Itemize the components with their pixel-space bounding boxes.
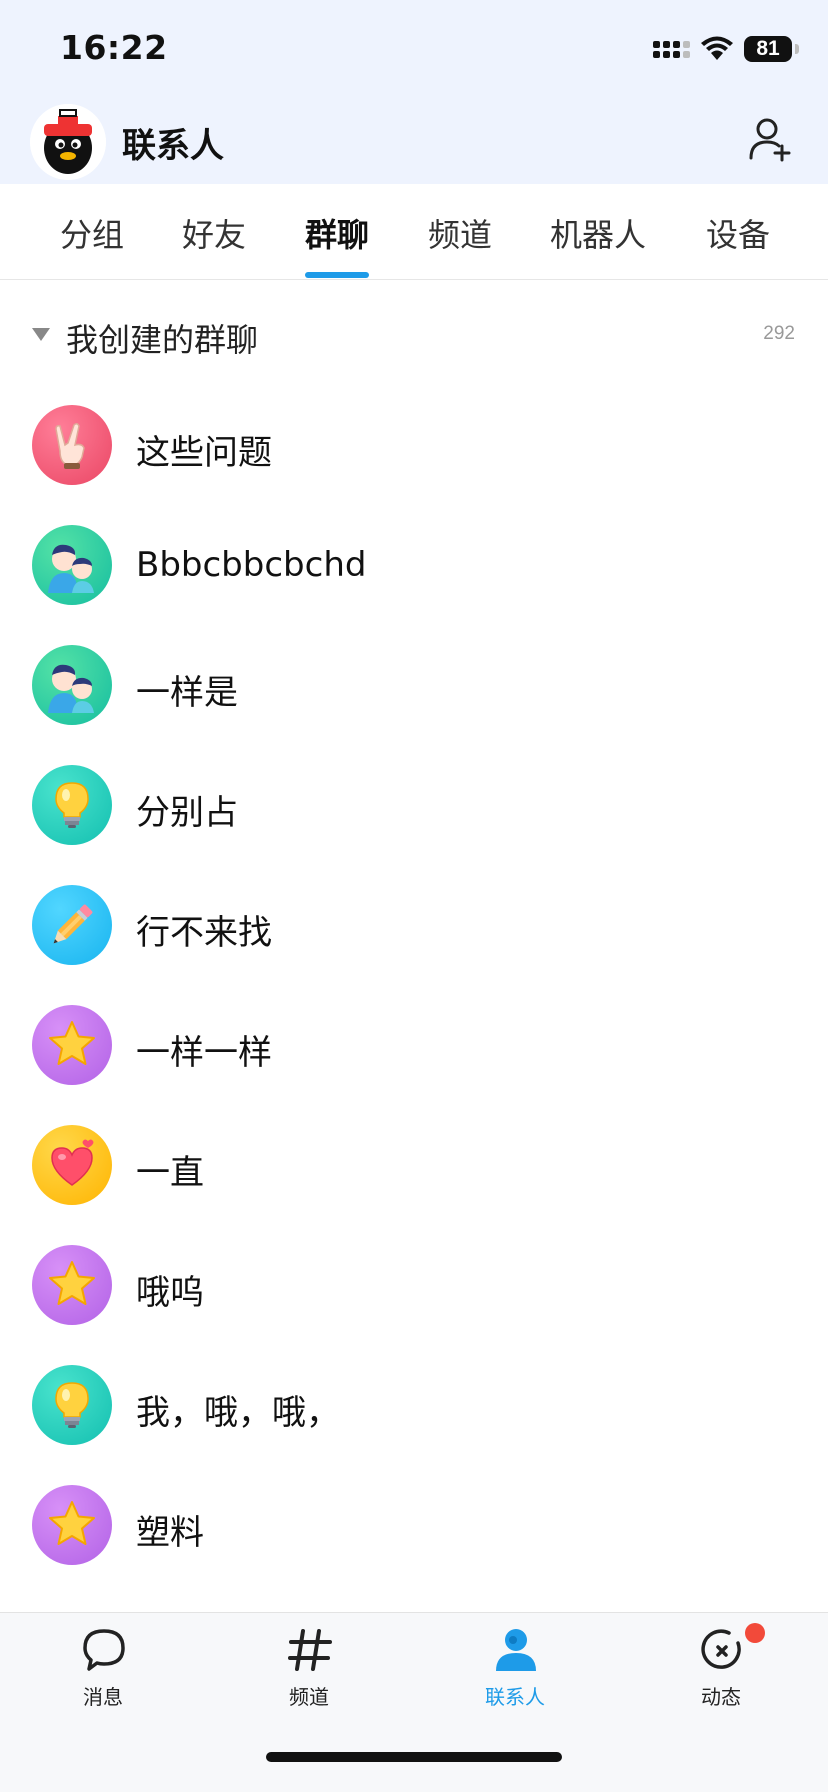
lightbulb-icon (55, 782, 89, 828)
chat-bubble-icon (83, 1629, 125, 1671)
tab-robots[interactable]: 机器人 (550, 210, 646, 256)
two-people-icon (48, 544, 94, 593)
tab-friends[interactable]: 好友 (182, 210, 246, 256)
nav-messages[interactable]: 消息 (43, 1627, 163, 1727)
heart-icon (51, 1139, 94, 1186)
penguin-avatar-icon (30, 104, 106, 180)
home-indicator[interactable] (266, 1752, 562, 1762)
group-avatar (32, 765, 112, 845)
notification-dot (745, 1623, 765, 1643)
group-name: 塑料 (136, 1513, 204, 1553)
rock-hand-icon (55, 422, 85, 469)
nav-label: 频道 (289, 1685, 329, 1709)
nav-label: 动态 (701, 1685, 741, 1709)
nav-label: 联系人 (485, 1685, 545, 1709)
section-count: 292 (763, 323, 795, 344)
nav-activity[interactable]: 动态 (661, 1623, 781, 1727)
group-name: 一直 (136, 1153, 204, 1193)
top-header: 16:22 81 联系人 (0, 0, 828, 184)
collapse-triangle-icon (32, 328, 50, 341)
list-item[interactable]: 一样一样 (0, 985, 828, 1105)
section-title: 我创建的群聊 (66, 321, 259, 359)
status-time: 16:22 (60, 28, 168, 67)
list-item[interactable]: 哦呜 (0, 1225, 828, 1345)
battery-icon: 81 (744, 36, 799, 62)
lightbulb-icon (55, 1382, 89, 1428)
list-item[interactable]: 一样是 (0, 625, 828, 745)
contacts-icon (496, 1629, 536, 1671)
section-header-my-groups[interactable]: 我创建的群聊 292 (0, 281, 828, 385)
bottom-nav: 消息 频道 联系人 动态 (0, 1612, 828, 1792)
group-avatar (32, 1245, 112, 1325)
group-avatar (32, 885, 112, 965)
wifi-icon (701, 36, 733, 60)
group-list: 这些问题 Bbbcbbcbchd 一样是 分别占 行不来找 一样一样 一直 哦呜… (0, 385, 828, 1612)
group-avatar (32, 1005, 112, 1085)
tab-channels[interactable]: 频道 (428, 210, 492, 256)
active-tab-indicator (305, 272, 369, 278)
page-title: 联系人 (122, 126, 224, 166)
list-item[interactable]: 行不来找 (0, 865, 828, 985)
list-item[interactable]: Bbbcbbcbchd (0, 505, 828, 625)
group-avatar (32, 525, 112, 605)
nav-label: 消息 (83, 1685, 123, 1709)
hashtag-icon (288, 1629, 332, 1671)
list-item[interactable]: 塑料 (0, 1465, 828, 1585)
list-item[interactable]: 我，哦，哦， (0, 1345, 828, 1465)
list-item[interactable]: 分别占 (0, 745, 828, 865)
group-name: 一样是 (136, 673, 238, 713)
category-tabs: 分组 好友 群聊 频道 机器人 设备 (0, 184, 828, 280)
group-name: 行不来找 (136, 913, 272, 953)
star-icon (49, 1261, 95, 1305)
group-name: Bbbcbbcbchd (136, 545, 367, 585)
group-name: 一样一样 (136, 1033, 272, 1073)
list-item[interactable]: 这些问题 (0, 385, 828, 505)
tab-group-chats[interactable]: 群聊 (305, 210, 369, 256)
group-avatar (32, 1485, 112, 1565)
group-name: 分别占 (136, 793, 238, 833)
my-avatar[interactable] (30, 104, 106, 180)
list-item[interactable]: 一直 (0, 1105, 828, 1225)
nav-contacts[interactable]: 联系人 (455, 1627, 575, 1727)
group-name: 这些问题 (136, 433, 272, 473)
battery-level: 81 (756, 37, 780, 60)
nav-channels[interactable]: 频道 (249, 1627, 369, 1727)
tab-groups-category[interactable]: 分组 (60, 210, 124, 256)
activity-icon (701, 1629, 741, 1669)
status-icons: 81 (653, 34, 799, 64)
group-name: 哦呜 (136, 1273, 204, 1313)
pencil-icon (53, 904, 93, 944)
group-avatar (32, 1365, 112, 1445)
group-avatar (32, 405, 112, 485)
signal-icon (653, 40, 690, 58)
group-name: 我，哦，哦， (136, 1393, 340, 1433)
two-people-icon (48, 664, 94, 713)
group-avatar (32, 1125, 112, 1205)
star-icon (49, 1501, 95, 1545)
group-avatar (32, 645, 112, 725)
add-person-icon[interactable] (748, 116, 794, 162)
tab-devices[interactable]: 设备 (706, 210, 770, 256)
star-icon (49, 1021, 95, 1065)
